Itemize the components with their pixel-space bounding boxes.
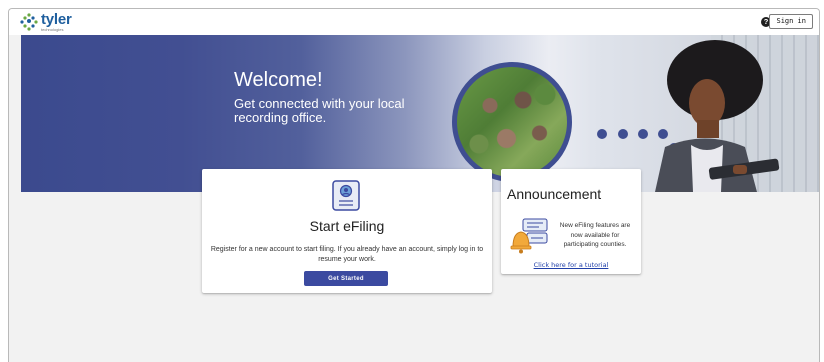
tyler-logo-icon (20, 13, 38, 31)
woman-with-tablet-image (655, 40, 780, 192)
tyler-logo[interactable]: tyler technologies (19, 12, 72, 32)
logo-wordmark: tyler (41, 11, 72, 28)
neighborhood-aerial-image (452, 62, 572, 182)
app-window: tyler technologies ? Sign in Welcome! Ge… (8, 8, 820, 362)
connector-dot (618, 129, 628, 139)
document-badge-icon (332, 180, 360, 211)
start-efiling-card: Start eFiling Register for a new account… (202, 169, 492, 293)
announcement-card: Announcement New eFiling features are no… (501, 169, 641, 274)
top-bar: tyler technologies ? Sign in (9, 9, 819, 35)
logo-tagline: technologies (41, 27, 64, 32)
hero-title: Welcome! (234, 69, 323, 91)
start-efiling-title: Start eFiling (309, 218, 385, 234)
sign-in-button[interactable]: Sign in (769, 14, 813, 29)
connector-dot (597, 129, 607, 139)
tutorial-link[interactable]: Click here for a tutorial (501, 261, 641, 269)
hero-subtitle: Get connected with your local recording … (234, 96, 405, 125)
get-started-button[interactable]: Get Started (304, 271, 388, 286)
bell-notification-icon (510, 218, 548, 254)
announcement-text: New eFiling features are now available f… (559, 222, 631, 248)
start-efiling-description: Register for a new account to start fili… (210, 246, 484, 263)
announcement-title: Announcement (507, 186, 602, 202)
